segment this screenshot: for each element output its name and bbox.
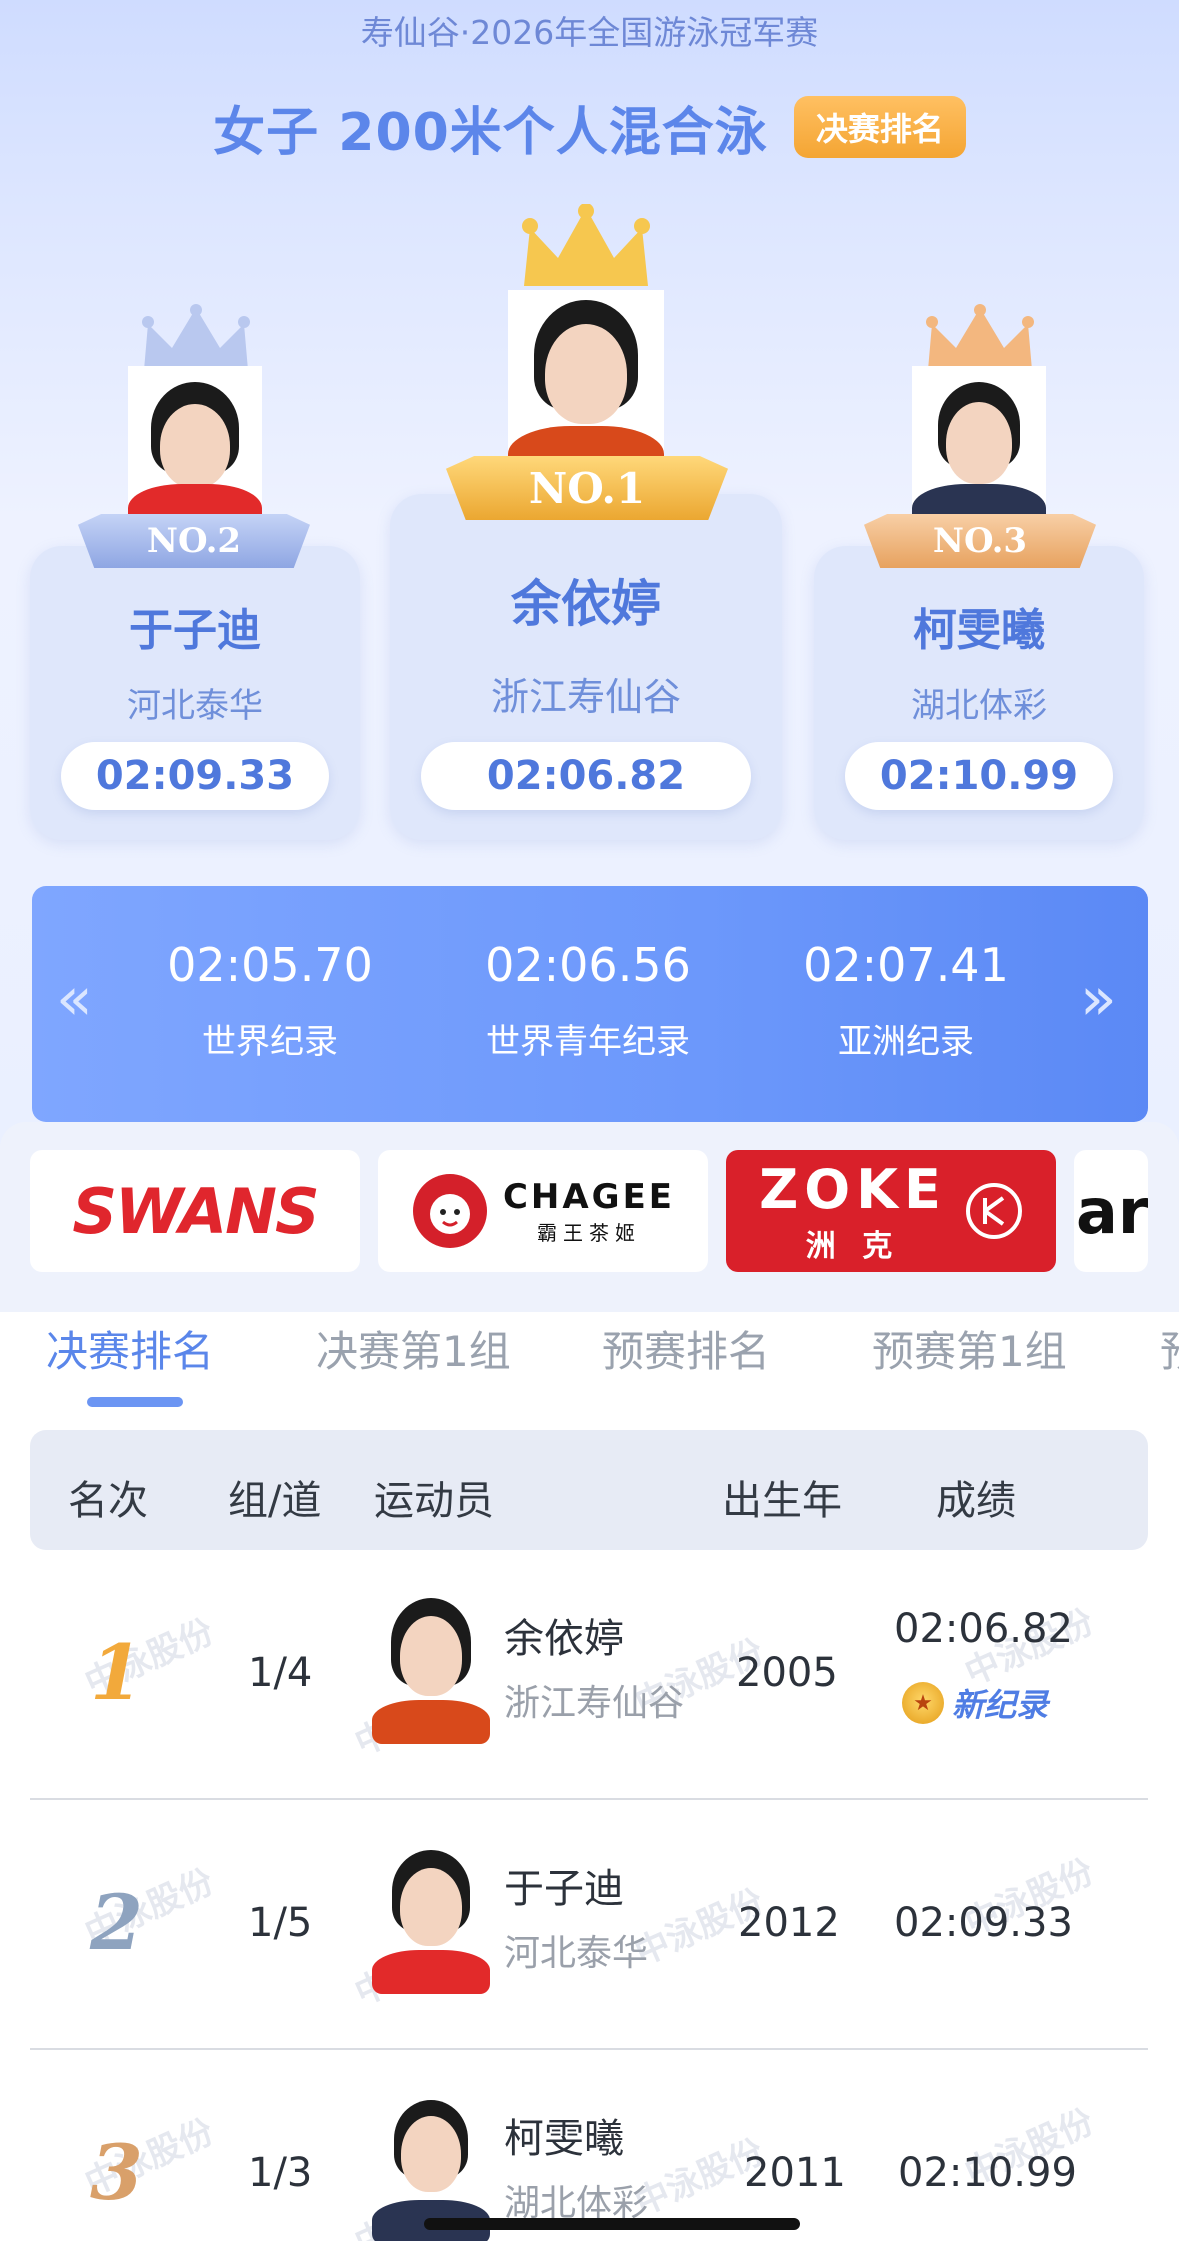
- header-result: 成绩: [936, 1478, 1016, 1524]
- lane: 1/5: [248, 1900, 313, 1946]
- record-world: 02:05.70 世界纪录: [120, 938, 420, 1063]
- podium-team: 河北泰华: [127, 686, 263, 726]
- rank-ribbon-first: NO.1: [446, 456, 728, 520]
- table-row[interactable]: 中泳股份 中泳股份 中泳股份 中泳股份 3 1/3 柯雯曦 湖北体彩 2011 …: [30, 2050, 1148, 2241]
- results-table-header: 名次 组/道 运动员 出生年 成绩: [30, 1430, 1148, 1550]
- podium-name: 柯雯曦: [913, 605, 1045, 656]
- sponsor-swans-logo[interactable]: SWANS: [30, 1150, 360, 1272]
- athlete-name: 于子迪: [504, 1866, 624, 1912]
- birth-year: 2011: [744, 2150, 846, 2196]
- silver-crown-icon: [142, 304, 250, 370]
- table-row[interactable]: 中泳股份 中泳股份 中泳股份 中泳股份 2 1/5 于子迪 河北泰华 2012 …: [30, 1800, 1148, 2050]
- podium-card-first[interactable]: 余依婷 浙江寿仙谷 02:06.82: [390, 494, 782, 840]
- new-record-label: 新纪录: [952, 1686, 1049, 1724]
- athlete-team: 河北泰华: [504, 1933, 649, 1974]
- record-world-junior: 02:06.56 世界青年纪录: [438, 938, 738, 1063]
- title-row: 女子 200米个人混合泳 决赛排名: [0, 92, 1179, 163]
- podium-time: 02:06.82: [421, 742, 751, 810]
- podium-time: 02:09.33: [61, 742, 329, 810]
- header-rank: 名次: [68, 1478, 148, 1524]
- record-asia: 02:07.41 亚洲纪录: [756, 938, 1056, 1063]
- record-time: 02:06.56: [485, 938, 691, 992]
- rank-number: 2: [90, 1878, 143, 1967]
- podium-name: 于子迪: [129, 605, 261, 656]
- lane: 1/3: [248, 2150, 313, 2196]
- zoke-emblem-icon: [965, 1183, 1022, 1239]
- tab-final-group-1[interactable]: 决赛第1组: [316, 1318, 511, 1379]
- podium-card-second[interactable]: 于子迪 河北泰华 02:09.33: [30, 546, 360, 840]
- record-label: 世界纪录: [202, 1022, 338, 1062]
- athlete-team: 浙江寿仙谷: [504, 1683, 685, 1724]
- sponsor-name: ar: [1076, 1174, 1148, 1248]
- athlete-name: 柯雯曦: [504, 2116, 624, 2162]
- page-title: 女子 200米个人混合泳: [213, 102, 768, 163]
- podium-name: 余依婷: [511, 575, 661, 633]
- sponsor-name: SWANS: [72, 1174, 319, 1248]
- record-time: 02:05.70: [167, 938, 373, 992]
- rank-ribbon-third: NO.3: [864, 514, 1096, 568]
- header-athlete: 运动员: [374, 1478, 494, 1524]
- sponsor-strip: SWANS CHAGEE 霸王茶姬 ZOKE 洲 克 ar: [0, 1122, 1179, 1312]
- athlete-name: 余依婷: [504, 1616, 624, 1662]
- sponsor-name: ZOKE: [759, 1157, 947, 1221]
- sponsor-zoke-logo[interactable]: ZOKE 洲 克: [726, 1150, 1056, 1272]
- podium-photo-second: [128, 366, 262, 530]
- sponsor-sub: 霸王茶姬: [537, 1220, 641, 1245]
- new-record-badge: ★ 新纪录: [902, 1680, 1048, 1726]
- podium-photo-third: [912, 366, 1046, 530]
- sponsor-arena-logo[interactable]: ar: [1074, 1150, 1148, 1272]
- home-indicator[interactable]: [424, 2218, 800, 2230]
- result-time: 02:06.82: [894, 1606, 1073, 1652]
- athlete-avatar: [372, 1842, 490, 1994]
- record-label: 亚洲纪录: [838, 1022, 974, 1062]
- record-label: 世界青年纪录: [486, 1022, 690, 1062]
- sponsor-chagee-logo[interactable]: CHAGEE 霸王茶姬: [378, 1150, 708, 1272]
- record-time: 02:07.41: [803, 938, 1009, 992]
- podium-time: 02:10.99: [845, 742, 1113, 810]
- podium-photo-first: [508, 290, 664, 482]
- podium-team: 浙江寿仙谷: [490, 675, 681, 719]
- rank-ribbon-second: NO.2: [78, 514, 310, 568]
- active-tab-indicator: [87, 1397, 183, 1407]
- tab-heats-ranking[interactable]: 预赛排名: [602, 1318, 770, 1379]
- rank-number: 3: [90, 2128, 143, 2217]
- sponsor-name: CHAGEE: [502, 1176, 676, 1217]
- chagee-mascot-icon: [412, 1174, 487, 1248]
- athlete-avatar: [372, 1592, 490, 1744]
- gold-crown-icon: [522, 204, 650, 286]
- medal-icon: ★: [902, 1682, 944, 1724]
- tab-heats-group-1[interactable]: 预赛第1组: [872, 1318, 1067, 1379]
- next-arrow-icon[interactable]: »: [1080, 964, 1117, 1034]
- tab-final-ranking[interactable]: 决赛排名: [46, 1318, 214, 1379]
- prev-arrow-icon[interactable]: «: [56, 964, 93, 1034]
- rank-number: 1: [90, 1628, 143, 1717]
- podium-team: 湖北体彩: [911, 686, 1047, 726]
- final-ranking-tag: 决赛排名: [793, 96, 966, 158]
- tab-more[interactable]: 预: [1160, 1318, 1179, 1379]
- header-birth-year: 出生年: [722, 1478, 842, 1524]
- result-time: 02:10.99: [898, 2150, 1077, 2196]
- records-banner: « 02:05.70 世界纪录 02:06.56 世界青年纪录 02:07.41…: [32, 886, 1148, 1122]
- table-row[interactable]: 中泳股份 中泳股份 中泳股份 中泳股份 1 1/4 余依婷 浙江寿仙谷 2005…: [30, 1550, 1148, 1800]
- birth-year: 2012: [738, 1900, 840, 1946]
- event-name: 寿仙谷·2026年全国游泳冠军赛: [360, 13, 819, 52]
- sponsor-sub: 洲 克: [805, 1228, 901, 1264]
- result-time: 02:09.33: [894, 1900, 1073, 1946]
- bronze-crown-icon: [926, 304, 1034, 370]
- lane: 1/4: [248, 1650, 313, 1696]
- podium-card-third[interactable]: 柯雯曦 湖北体彩 02:10.99: [814, 546, 1144, 840]
- birth-year: 2005: [736, 1650, 838, 1696]
- header-lane: 组/道: [228, 1478, 322, 1524]
